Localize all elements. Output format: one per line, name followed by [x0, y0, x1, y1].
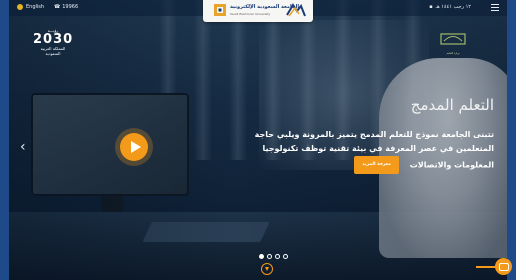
university-emblem-icon — [214, 4, 226, 16]
right-edge-bar — [507, 0, 516, 280]
ministry-label: وزارة التعليم — [446, 52, 460, 55]
description-line: تتبنى الجامعة نموذج للتعلم المدمج يتميز … — [254, 130, 494, 139]
chat-connector — [476, 266, 496, 268]
carousel-dot[interactable] — [283, 254, 288, 259]
vision-year: 2030 — [33, 32, 74, 47]
carousel-dot[interactable] — [275, 254, 280, 259]
slide-headline: التعلم المدمج — [410, 96, 494, 114]
language-label: English — [26, 4, 45, 10]
menu-icon[interactable] — [491, 4, 499, 11]
globe-icon — [17, 4, 23, 10]
logo-english-text: Saudi Electronic University — [230, 12, 271, 16]
language-switch[interactable]: English — [17, 4, 44, 10]
phone-icon: ☎ — [54, 4, 61, 10]
page-frame: English ☎ 19966 ▪ ١٢ رجب ١٤٤١ هـ الجامعة… — [0, 0, 516, 280]
description-line: المعلومات والاتصالات — [409, 160, 494, 170]
carousel-dot[interactable] — [267, 254, 272, 259]
date-text: ١٢ رجب ١٤٤١ هـ — [435, 4, 471, 10]
play-video-button[interactable] — [120, 133, 148, 161]
university-logo[interactable]: الجامعة السعودية الإلكترونية Saudi Elect… — [203, 0, 313, 22]
slide-description: تتبنى الجامعة نموذج للتعلم المدمج يتميز … — [222, 128, 494, 174]
chat-button[interactable] — [495, 258, 512, 275]
vision-2030-logo: رؤيـــة 2030 المملكة العربية السعودية — [33, 28, 74, 56]
ministry-emblem-icon — [440, 33, 466, 45]
phone-link[interactable]: ☎ 19966 — [54, 4, 78, 10]
description-line: المتعلمين في عصر المعرفة في بيئة تقنية ت… — [262, 144, 494, 153]
learn-more-button[interactable]: معرفة المزيد — [354, 156, 399, 174]
calendar-icon: ▪ — [429, 4, 433, 10]
vision-subtitle: المملكة العربية السعودية — [40, 46, 66, 56]
scroll-down-button[interactable] — [261, 263, 273, 275]
date-display: ▪ ١٢ رجب ١٤٤١ هـ — [429, 4, 471, 10]
carousel-indicators — [259, 254, 288, 259]
carousel-dot[interactable] — [259, 254, 264, 259]
chevron-left-icon: ‹ — [20, 139, 26, 155]
ministry-logo: وزارة التعليم — [438, 30, 468, 56]
carousel-prev-button[interactable]: ‹ — [20, 140, 30, 156]
slide-content: التعلم المدمج تتبنى الجامعة نموذج للتعلم… — [222, 96, 494, 174]
logo-swirl-icon — [286, 3, 306, 17]
left-edge-bar — [0, 0, 9, 280]
phone-number: 19966 — [62, 4, 79, 10]
